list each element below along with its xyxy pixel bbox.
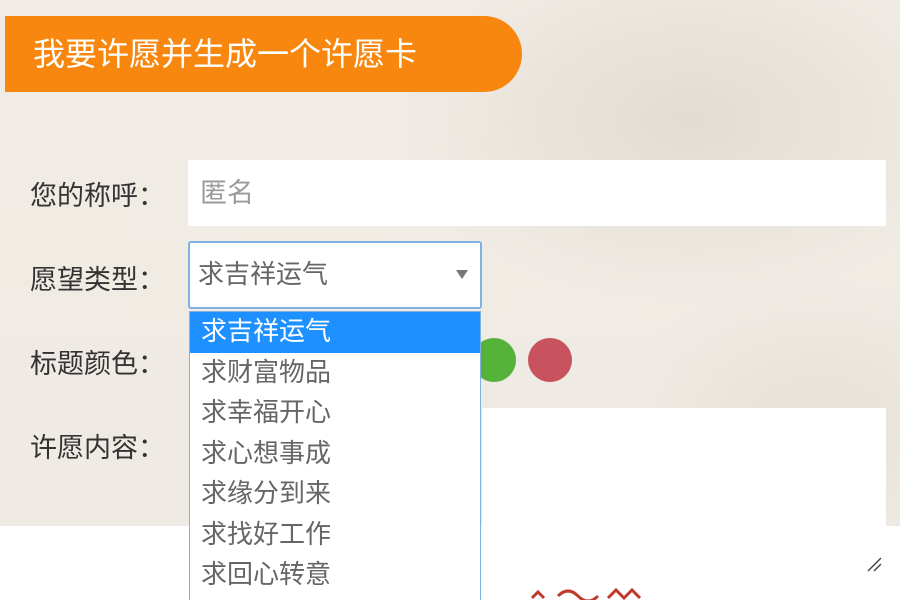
color-swatch-red[interactable] <box>528 338 572 382</box>
wish-type-select[interactable]: 求吉祥运气 <box>188 241 482 309</box>
dropdown-option[interactable]: 求幸福开心 <box>190 393 480 434</box>
wish-type-selected-value: 求吉祥运气 <box>198 260 329 290</box>
dropdown-option[interactable]: 求找好工作 <box>190 515 480 556</box>
page-title: 我要许愿并生成一个许愿卡 <box>33 35 418 73</box>
dropdown-option[interactable]: 求财富物品 <box>190 353 480 394</box>
chevron-down-icon <box>456 270 468 279</box>
dropdown-option[interactable]: 求回心转意 <box>190 555 480 596</box>
name-label: 您的称呼： <box>30 181 165 212</box>
page-title-banner: 我要许愿并生成一个许愿卡 <box>5 16 522 92</box>
title-color-label: 标题颜色： <box>30 349 165 380</box>
dropdown-option[interactable]: 求心想事成 <box>190 434 480 475</box>
card-preview-fragment <box>528 586 658 600</box>
dropdown-option[interactable]: 求缘分到来 <box>190 474 480 515</box>
wish-content-label: 许愿内容： <box>30 433 165 464</box>
resize-grip-icon[interactable] <box>866 556 882 572</box>
wish-type-label: 愿望类型： <box>30 265 165 296</box>
wish-content-textarea-lower[interactable] <box>482 526 886 586</box>
wish-type-dropdown[interactable]: 求吉祥运气 求财富物品 求幸福开心 求心想事成 求缘分到来 求找好工作 求回心转… <box>189 311 481 600</box>
name-input[interactable] <box>188 160 886 226</box>
wish-content-textarea[interactable] <box>482 408 886 526</box>
dropdown-option[interactable]: 求吉祥运气 <box>190 312 480 353</box>
